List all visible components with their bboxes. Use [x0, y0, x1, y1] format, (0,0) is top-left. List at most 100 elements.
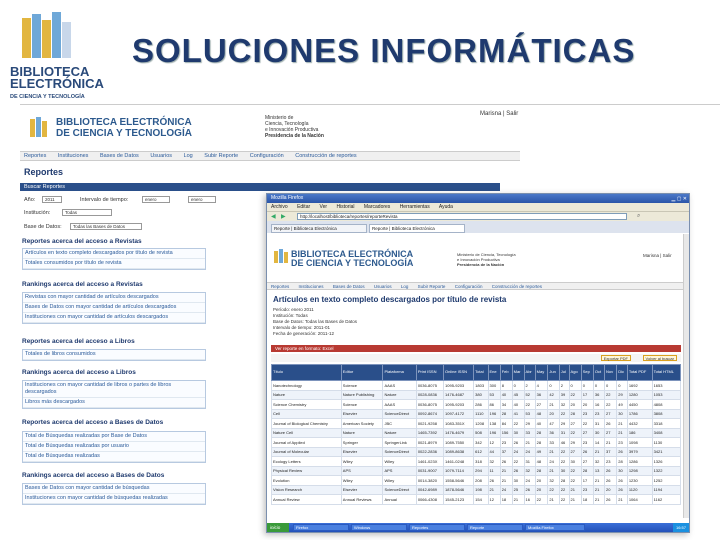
nav-construccion[interactable]: Construcción de reportes [295, 153, 356, 159]
browser-menubar: Archivo Editar Ver Historial Marcadores … [267, 203, 689, 211]
taskbar-item[interactable]: Reporte [467, 524, 523, 531]
table-cell: 1097-4172 [443, 408, 475, 419]
column-header[interactable]: Print ISSN [415, 364, 445, 381]
column-header[interactable]: Título [271, 364, 342, 381]
vertical-scrollbar[interactable] [683, 234, 689, 518]
report-link[interactable]: Total de Búsquedas realizadas por Base d… [23, 432, 205, 442]
address-bar[interactable]: http://localhost/biblioteca/reportes/rep… [297, 213, 627, 220]
column-header[interactable]: Sep [580, 364, 594, 381]
forward-icon[interactable]: ▶ [281, 213, 286, 220]
export-format-bar[interactable]: Ver reporte en formato: Excel [271, 345, 681, 352]
institution-select[interactable]: Todas [62, 209, 112, 216]
report-link[interactable]: Instituciones con mayor cantidad de libr… [23, 381, 205, 398]
report-link[interactable]: Revistas con mayor cantidad de artículos… [23, 293, 205, 303]
menu-ayuda[interactable]: Ayuda [439, 204, 453, 210]
column-header[interactable]: Dic [616, 364, 628, 381]
column-header[interactable]: Ene [487, 364, 501, 381]
menu-marcadores[interactable]: Marcadores [364, 204, 390, 210]
report-link[interactable]: Totales consumidos por título de revista [23, 259, 205, 269]
tab-reporte-1[interactable]: Reporte | Biblioteca Electrónica [271, 224, 367, 233]
nav-log[interactable]: Log [401, 284, 409, 289]
table-cell: 1252 [651, 475, 682, 486]
report-link[interactable]: Instituciones con mayor cantidad de artí… [23, 313, 205, 323]
user-menu[interactable]: Marisna | Salir [643, 253, 672, 258]
nav-config[interactable]: Configuración [250, 153, 284, 159]
report-link[interactable]: Bases de Datos con mayor cantidad de bús… [23, 484, 205, 494]
table-cell: 1326 [651, 456, 682, 467]
year-label: Año: [24, 197, 36, 203]
column-header[interactable]: Online ISSN [443, 364, 475, 381]
report-link[interactable]: Artículos en texto completo descargados … [23, 249, 205, 259]
table-cell: 30 [511, 475, 525, 486]
nav-reportes[interactable]: Reportes [24, 153, 46, 159]
table-cell: 1208 [473, 418, 489, 429]
report-link[interactable]: Total de Búsquedas realizadas por usuari… [23, 442, 205, 452]
nav-subir[interactable]: Subir Reporte [204, 153, 238, 159]
report-link[interactable]: Bases de Datos con mayor cantidad de art… [23, 303, 205, 313]
column-header[interactable]: Nov [604, 364, 618, 381]
table-cell: 26 [604, 418, 618, 429]
table-cell: 1130 [651, 437, 682, 448]
menu-archivo[interactable]: Archivo [271, 204, 288, 210]
menu-historial[interactable]: Historial [336, 204, 354, 210]
nav-config[interactable]: Configuración [455, 284, 483, 289]
nav-usuarios[interactable]: Usuarios [150, 153, 172, 159]
taskbar-item[interactable]: Windows [351, 524, 407, 531]
report-link[interactable]: Instituciones con mayor cantidad de búsq… [23, 494, 205, 504]
table-cell: 22 [511, 418, 525, 429]
nav-reportes[interactable]: Reportes [271, 284, 289, 289]
column-header[interactable]: Mar [511, 364, 525, 381]
table-cell: 29 [523, 418, 536, 429]
nav-instituciones[interactable]: Instituciones [58, 153, 89, 159]
nav-bases[interactable]: Bases de Datos [333, 284, 365, 289]
taskbar-item[interactable]: Reportes [409, 524, 465, 531]
column-header[interactable]: Ago [568, 364, 582, 381]
table-cell: 29 [568, 437, 582, 448]
year-select[interactable]: 2011 [42, 196, 62, 203]
section-revistas-rankings: Rankings acerca del acceso a Revistas [22, 281, 143, 288]
column-header[interactable]: Abr [523, 364, 536, 381]
report-link[interactable]: Libros más descargados [23, 398, 205, 408]
column-header[interactable]: Editor [340, 364, 384, 381]
column-header[interactable]: Total PDF [626, 364, 653, 381]
nav-construccion[interactable]: Construcción de reportes [492, 284, 542, 289]
back-to-search-button[interactable]: Volver al buscar [642, 355, 677, 361]
table-row: Evolution Wiley Wiley 0014-3820 1558-5646 208… [271, 475, 682, 486]
taskbar-item[interactable]: Mozilla Firefox [525, 524, 585, 531]
nav-log[interactable]: Log [184, 153, 193, 159]
window-controls[interactable]: ▁ ▢ ✕ [671, 195, 687, 204]
table-cell: 26 [523, 484, 536, 495]
export-pdf-button[interactable]: Exportar PDF [600, 355, 631, 361]
report-link[interactable]: Total de Búsquedas realizadas [23, 452, 205, 462]
base-select[interactable]: Todas las Bases de Datos [70, 223, 142, 230]
table-cell: 84 [499, 418, 513, 429]
ministry-logo: Ministerio de Ciencia, Tecnología e Inno… [265, 115, 324, 139]
column-header[interactable]: May [534, 364, 549, 381]
search-icon[interactable]: ⌕ [637, 213, 640, 220]
menu-herramientas[interactable]: Herramientas [400, 204, 430, 210]
nav-bases[interactable]: Bases de Datos [100, 153, 139, 159]
nav-instituciones[interactable]: Instituciones [299, 284, 324, 289]
table-cell: 27 [580, 456, 594, 467]
taskbar-item[interactable]: Firefox [293, 524, 349, 531]
user-menu[interactable]: Marisna | Salir [480, 111, 518, 117]
table-cell: 31 [558, 427, 570, 438]
menu-editar[interactable]: Editar [297, 204, 310, 210]
column-header[interactable]: Jun [547, 364, 560, 381]
nav-usuarios[interactable]: Usuarios [374, 284, 392, 289]
start-button[interactable]: inicio [267, 523, 289, 532]
column-header[interactable]: Plataforma [382, 364, 417, 381]
tab-reporte-2[interactable]: Reporte | Biblioteca Electrónica [369, 224, 465, 233]
nav-subir[interactable]: Subir Reporte [418, 284, 446, 289]
back-icon[interactable]: ◀ [271, 213, 276, 220]
menu-ver[interactable]: Ver [320, 204, 328, 210]
column-header[interactable]: Jul [558, 364, 570, 381]
column-header[interactable]: Oct [592, 364, 606, 381]
column-header[interactable]: Feb [499, 364, 513, 381]
column-header[interactable]: Total HTML [651, 364, 682, 381]
report-link[interactable]: Totales de libros consumidos [23, 350, 205, 360]
interval-to-select[interactable]: enero [188, 196, 216, 203]
column-header[interactable]: Total [473, 364, 489, 381]
table-cell: 0066-4308 [415, 494, 445, 505]
interval-from-select[interactable]: enero [142, 196, 170, 203]
